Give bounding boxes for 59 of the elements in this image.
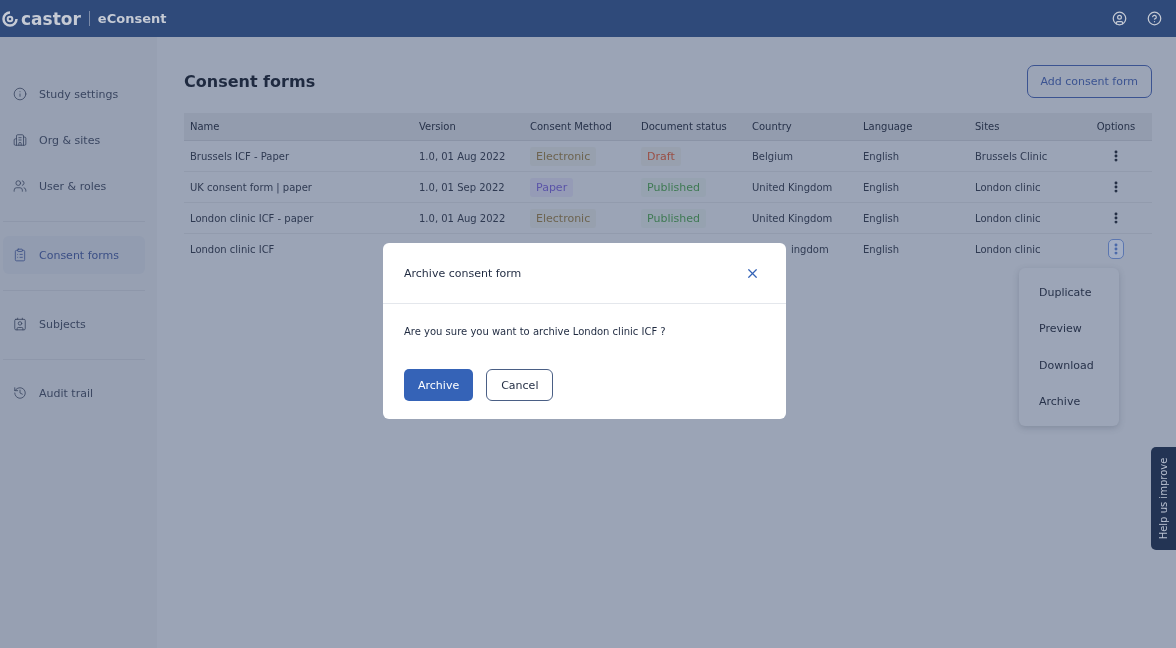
table-cell: English	[863, 243, 900, 255]
table-cell: London clinic	[975, 243, 1041, 255]
method-tag: Paper	[530, 177, 574, 197]
sidebar-item[interactable]: Org & sites	[3, 121, 145, 159]
sidebar-item[interactable]: User & roles	[3, 167, 145, 205]
table-cell-text: London clinic ICF	[189, 242, 276, 257]
info-icon	[13, 87, 27, 101]
column-header: Country	[746, 113, 857, 141]
table-cell: English	[863, 212, 900, 224]
column-header: Options	[1080, 113, 1152, 141]
clipboard-icon	[13, 248, 27, 262]
table-cell: London clinic	[975, 212, 1041, 224]
dialog-title: Archive consent form	[404, 266, 522, 280]
logo-text: castor	[21, 8, 81, 29]
history-icon	[13, 386, 27, 400]
table-cell: London clinic ICF - paper	[184, 203, 413, 234]
menu-item[interactable]: Download	[1019, 347, 1119, 384]
people-icon	[13, 179, 27, 193]
page-title: Consent forms	[184, 72, 316, 91]
sidebar-item[interactable]: Audit trail	[3, 374, 145, 412]
method-tag: Electronic	[530, 208, 597, 228]
menu-item[interactable]: Archive	[1019, 383, 1119, 420]
column-header: Language	[857, 113, 969, 141]
logo-icon	[2, 10, 18, 27]
sidebar-item[interactable]: Consent forms	[3, 236, 145, 274]
contact-card-icon	[13, 317, 27, 331]
table-cell: 1.0, 01 Aug 2022	[419, 212, 506, 224]
menu-item[interactable]: Duplicate	[1019, 274, 1119, 311]
status-tag: Draft	[641, 146, 681, 166]
table-cell: English	[863, 150, 900, 162]
table-cell: English	[863, 181, 900, 193]
sidebar-item[interactable]: Study settings	[3, 75, 145, 113]
sidebar-item[interactable]: Subjects	[3, 305, 145, 343]
table-cell: United Kingdom	[752, 212, 833, 224]
column-header: Document status	[635, 113, 746, 141]
table-cell: 1.0, 01 Aug 2022	[419, 150, 506, 162]
table-cell: 1.0, 01 Sep 2022	[419, 181, 505, 193]
table-cell: United Kingdom	[752, 181, 833, 193]
archive-button[interactable]: Archive	[404, 369, 474, 401]
column-header: Sites	[969, 113, 1080, 141]
status-tag: Published	[641, 208, 706, 228]
status-tag: Published	[641, 177, 706, 197]
add-consent-form-button[interactable]: Add consent form	[1026, 65, 1152, 98]
table-cell: Belgium	[752, 150, 793, 162]
product-name: eConsent	[88, 11, 167, 26]
column-header: Name	[184, 113, 413, 141]
dialog-message: Are you sure you want to archive London clinic ICF ?	[404, 326, 667, 337]
menu-item[interactable]: Preview	[1019, 310, 1119, 347]
column-header: Consent Method	[524, 113, 635, 141]
table-cell: Brussels ICF - Paper	[184, 141, 413, 172]
column-header: Version	[413, 113, 524, 141]
cancel-button[interactable]: Cancel	[486, 369, 554, 401]
table-cell: London clinic	[975, 181, 1041, 193]
method-tag: Electronic	[530, 146, 597, 166]
feedback-tab[interactable]: Help us improve	[1151, 447, 1176, 550]
table-cell: UK consent form | paper	[184, 172, 413, 203]
building-icon	[13, 133, 27, 147]
table-cell: Brussels Clinic	[975, 150, 1048, 162]
table-cell: ingdom	[791, 243, 829, 255]
